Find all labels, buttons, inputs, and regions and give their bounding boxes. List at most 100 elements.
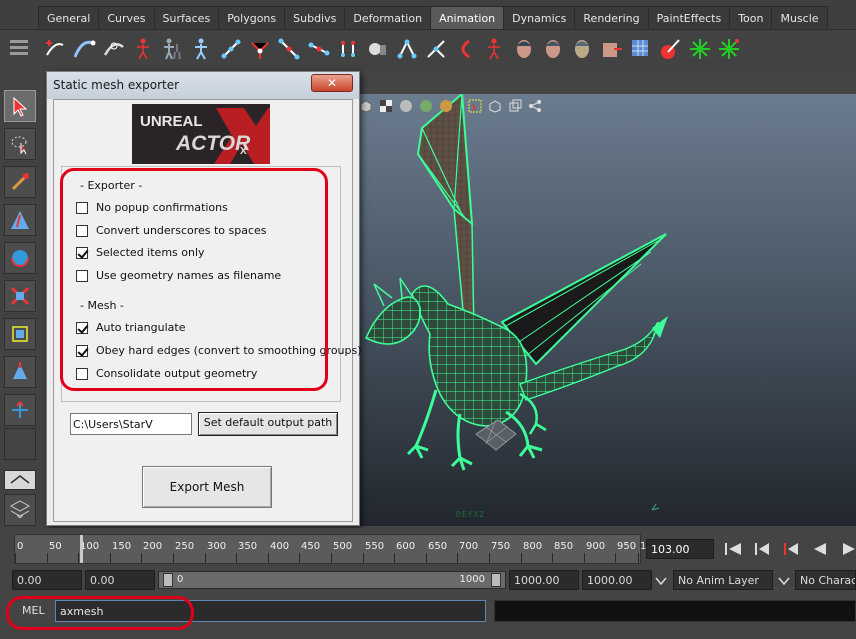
layout-toggle-icon[interactable] (4, 470, 36, 490)
timeline-tick-label: 750 (491, 541, 511, 552)
play-backwards-icon[interactable] (809, 541, 831, 557)
tab-deformation[interactable]: Deformation (344, 6, 432, 29)
tab-surfaces[interactable]: Surfaces (153, 6, 220, 29)
wrap-deformer-icon[interactable] (481, 34, 507, 64)
head-target-icon[interactable] (540, 34, 566, 64)
play-forwards-icon[interactable] (838, 541, 856, 557)
tab-painteffects[interactable]: PaintEffects (647, 6, 731, 29)
locator-icon[interactable] (687, 34, 713, 64)
character-set-icon[interactable] (188, 34, 214, 64)
bind-skin-icon[interactable] (364, 34, 390, 64)
export-mesh-button[interactable]: Export Mesh (142, 466, 272, 508)
step-back-frame-icon[interactable] (780, 541, 802, 557)
share-view-icon[interactable] (528, 99, 542, 116)
tab-subdivs[interactable]: Subdivs (284, 6, 346, 29)
ik-handle-icon[interactable] (247, 34, 273, 64)
set-default-output-path-button[interactable]: Set default output path (198, 412, 338, 436)
skeleton-figure-icon[interactable] (130, 34, 156, 64)
checker-texture-icon[interactable] (379, 99, 393, 116)
close-button[interactable]: ✕ (311, 74, 353, 92)
timeline-tick (141, 553, 142, 563)
scale-tool-icon[interactable] (4, 280, 36, 312)
mirror-joint-icon[interactable] (335, 34, 361, 64)
output-path-input[interactable] (70, 413, 192, 435)
shadows-icon[interactable] (439, 99, 453, 116)
sculpt-deformer-icon[interactable] (452, 34, 478, 64)
playback-options-arrow-icon[interactable] (655, 576, 667, 589)
timeline-tick-label: 600 (396, 541, 416, 552)
go-to-start-icon[interactable] (722, 541, 744, 557)
tab-general[interactable]: General (38, 6, 100, 29)
tab-polygons[interactable]: Polygons (218, 6, 286, 29)
timeline-tick-label: 850 (554, 541, 574, 552)
range-slider-bar[interactable]: 0 1000 (158, 571, 506, 589)
paint-weights-icon[interactable] (599, 34, 625, 64)
paint-select-icon[interactable] (4, 166, 36, 198)
tab-dynamics[interactable]: Dynamics (503, 6, 576, 29)
joint-tool-icon[interactable] (218, 34, 244, 64)
timeline-tick-label: 350 (238, 541, 258, 552)
ik-spline-icon[interactable] (276, 34, 302, 64)
outliner-layout-icon[interactable] (4, 494, 36, 526)
character-figure-icon[interactable] (159, 34, 185, 64)
anim-layer-dropdown[interactable]: No Anim Layer (673, 570, 773, 590)
range-end-handle[interactable] (491, 573, 501, 587)
move-tool-icon[interactable] (4, 204, 36, 236)
dragon-wireframe-model[interactable] (356, 94, 856, 526)
anim-layer-arrow-icon[interactable] (778, 576, 790, 589)
isolate-select-icon[interactable] (488, 99, 502, 116)
timeline-tick (489, 553, 490, 563)
timeline-tick-label: 50 (49, 541, 62, 552)
all-lights-icon[interactable] (419, 99, 433, 116)
timeline-tick (426, 553, 427, 563)
soft-mod-icon[interactable] (4, 356, 36, 388)
step-back-key-icon[interactable] (751, 541, 773, 557)
timeline-tick-label: 900 (586, 541, 606, 552)
select-tool-icon[interactable] (4, 90, 36, 122)
lasso-tool-icon[interactable] (4, 128, 36, 160)
rotate-tool-icon[interactable] (4, 242, 36, 274)
tab-toon[interactable]: Toon (729, 6, 773, 29)
playback-start-field[interactable]: 0.00 (85, 570, 155, 590)
timeline-tick-label: 650 (428, 541, 448, 552)
animation-end-field[interactable]: 1000.00 (582, 570, 652, 590)
show-manipulator-icon[interactable] (4, 394, 36, 426)
xray-icon[interactable] (468, 99, 482, 116)
head-blend-icon[interactable] (511, 34, 537, 64)
range-min-label: 0 (177, 574, 184, 585)
animation-start-field[interactable]: 0.00 (12, 570, 82, 590)
tab-muscle[interactable]: Muscle (771, 6, 828, 29)
timeline-tick (457, 553, 458, 563)
shelf (0, 29, 856, 70)
paint-brush-icon[interactable] (657, 34, 683, 64)
range-start-handle[interactable] (163, 573, 173, 587)
tab-rendering[interactable]: Rendering (574, 6, 649, 29)
head-wire-icon[interactable] (569, 34, 595, 64)
current-frame-field[interactable]: 103.00 (646, 539, 714, 559)
command-highlight-annotation (6, 596, 194, 630)
shelf-options-handle[interactable] (10, 40, 28, 62)
weight-grid-icon[interactable] (628, 34, 654, 64)
perspective-viewport[interactable] (356, 94, 856, 526)
set-key-icon[interactable] (42, 34, 68, 64)
current-frame-marker[interactable] (80, 535, 83, 563)
universal-manip-icon[interactable] (4, 318, 36, 350)
empty-tool-slot[interactable] (4, 428, 36, 460)
insert-joint-icon[interactable] (306, 34, 332, 64)
cluster-icon[interactable] (423, 34, 449, 64)
lattice-icon[interactable] (394, 34, 420, 64)
timeline-tick (268, 553, 269, 563)
wireframe-shade-icon[interactable] (359, 99, 373, 116)
shelf-tabs: General Curves Surfaces Polygons Subdivs Defo… (38, 6, 828, 29)
dialog-title-bar[interactable]: Static mesh exporter ✕ (47, 72, 359, 99)
backface-icon[interactable] (508, 99, 522, 116)
default-light-icon[interactable] (399, 99, 413, 116)
time-slider-track[interactable]: 0 50 100 150 200 250 300 350 400 450 500 550 600 650 7… (14, 534, 646, 564)
tab-curves[interactable]: Curves (98, 6, 155, 29)
attach-path-icon[interactable] (101, 34, 127, 64)
spark-locator-icon[interactable] (716, 34, 742, 64)
tab-animation[interactable]: Animation (430, 6, 505, 29)
character-set-dropdown[interactable]: No Characte (795, 570, 856, 590)
playback-end-field[interactable]: 1000.00 (509, 570, 579, 590)
motion-path-icon[interactable] (71, 34, 97, 64)
